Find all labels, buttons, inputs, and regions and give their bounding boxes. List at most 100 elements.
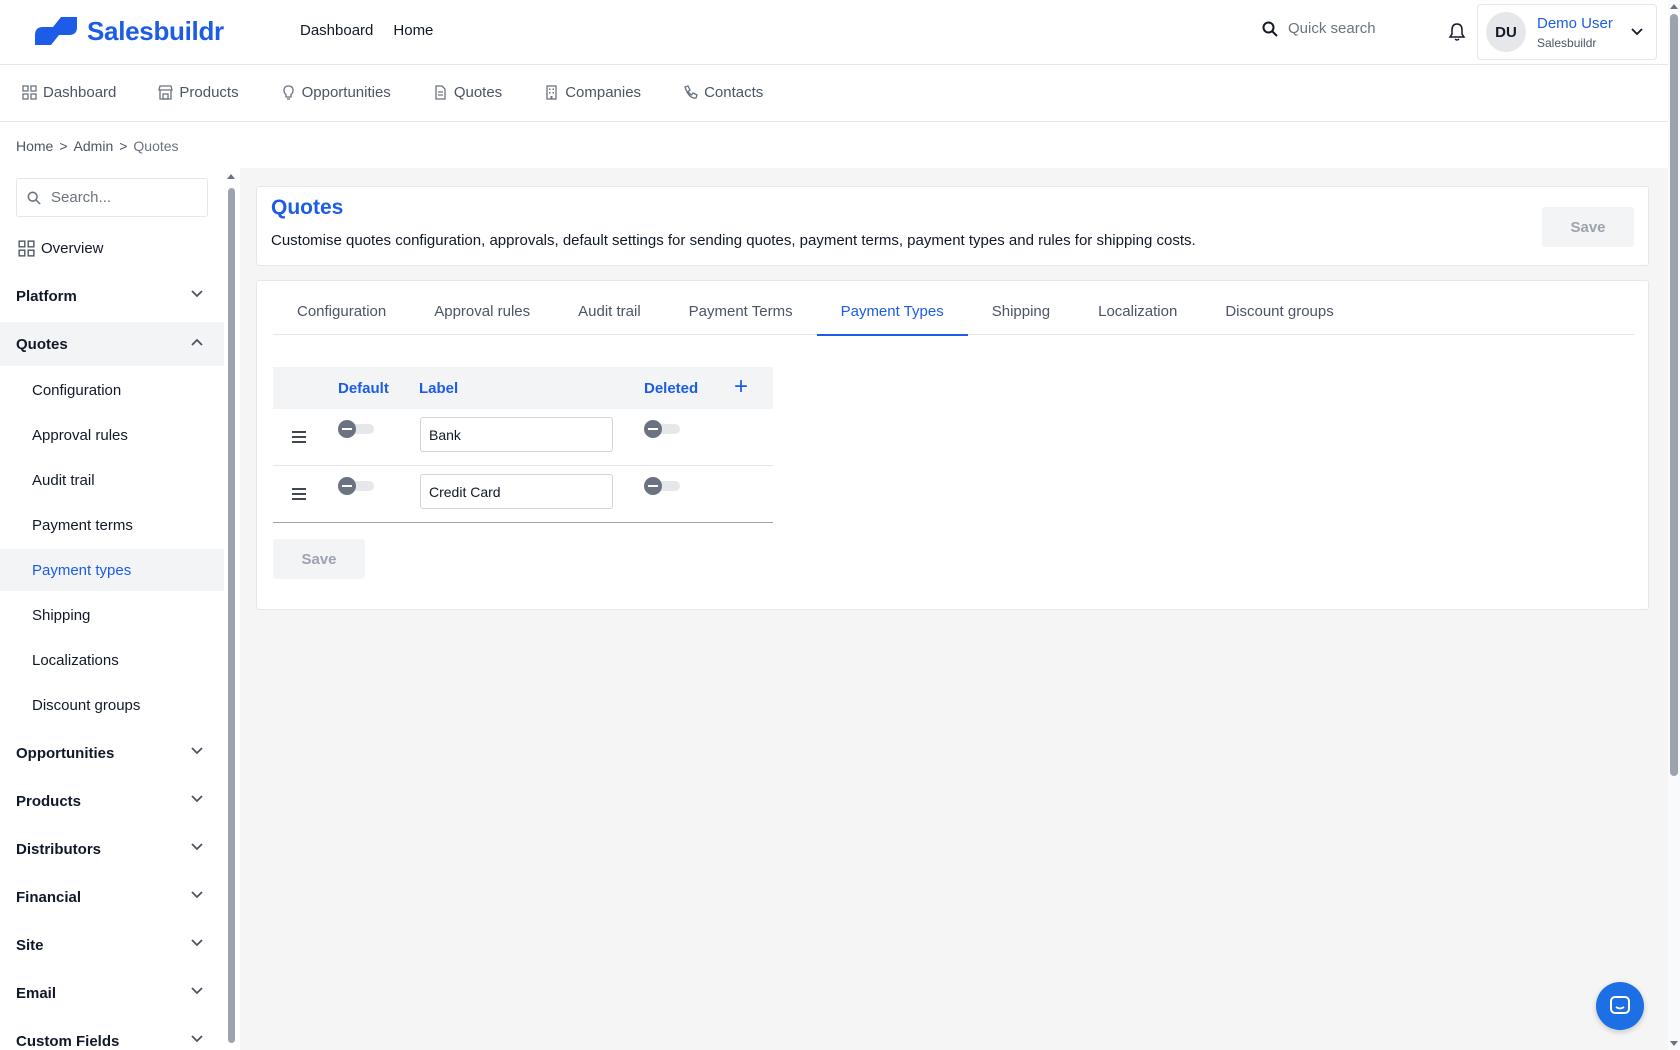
top-link-home[interactable]: Home bbox=[393, 22, 433, 39]
sidebar-item-label: Overview bbox=[41, 240, 104, 257]
scroll-up-arrow[interactable] bbox=[1670, 4, 1678, 9]
sidebar-item-payment-terms[interactable]: Payment terms bbox=[0, 504, 224, 546]
sidebar-section-label: Site bbox=[16, 936, 44, 954]
sidebar-item-shipping[interactable]: Shipping bbox=[0, 594, 224, 636]
breadcrumb-separator: > bbox=[119, 138, 128, 154]
sidebar-section-quotes[interactable]: Quotes bbox=[0, 322, 224, 366]
chevron-down-icon bbox=[191, 843, 203, 851]
sidebar-section-site[interactable]: Site bbox=[0, 923, 224, 967]
chevron-down-icon bbox=[191, 1035, 203, 1043]
sidebar-item-localizations[interactable]: Localizations bbox=[0, 639, 224, 681]
quick-search-input[interactable] bbox=[1288, 20, 1418, 37]
brand-name: Salesbuildr bbox=[87, 15, 224, 46]
module-label: Products bbox=[179, 84, 239, 101]
sidebar-item-payment-types[interactable]: Payment types bbox=[0, 549, 224, 591]
drag-handle-icon[interactable] bbox=[292, 488, 306, 500]
chevron-down-icon bbox=[191, 891, 203, 899]
sidebar-section-label: Custom Fields bbox=[16, 1032, 120, 1050]
page-description: Customise quotes configuration, approval… bbox=[271, 232, 1196, 249]
user-name: Demo User bbox=[1537, 14, 1613, 32]
sidebar-section-distributors[interactable]: Distributors bbox=[0, 827, 224, 871]
sidebar-section-label: Opportunities bbox=[16, 744, 115, 762]
tab-audit-trail[interactable]: Audit trail bbox=[554, 281, 665, 335]
sidebar-section-label: Platform bbox=[16, 287, 77, 305]
toggle-knob bbox=[338, 477, 356, 495]
breadcrumb-current: Quotes bbox=[133, 138, 179, 154]
tab-configuration[interactable]: Configuration bbox=[273, 281, 410, 335]
page-title: Quotes bbox=[271, 196, 344, 219]
sidebar-scroll-up-arrow[interactable] bbox=[227, 174, 235, 179]
sidebar-section-label: Quotes bbox=[16, 335, 68, 353]
tab-payment-terms[interactable]: Payment Terms bbox=[665, 281, 817, 335]
sidebar-section-products[interactable]: Products bbox=[0, 779, 224, 823]
label-input[interactable] bbox=[420, 474, 613, 509]
user-info: Demo User Salesbuildr bbox=[1537, 15, 1613, 50]
chevron-down-icon bbox=[1631, 28, 1643, 36]
module-products[interactable]: Products bbox=[158, 84, 239, 101]
sidebar-item-configuration[interactable]: Configuration bbox=[0, 369, 224, 411]
document-icon bbox=[435, 85, 446, 100]
sidebar-section-opportunities[interactable]: Opportunities bbox=[0, 731, 224, 775]
module-companies[interactable]: Companies bbox=[544, 84, 641, 101]
tab-approval-rules[interactable]: Approval rules bbox=[410, 281, 554, 335]
salesbuildr-logo-icon bbox=[35, 17, 77, 45]
module-label: Opportunities bbox=[301, 84, 391, 101]
breadcrumb-admin[interactable]: Admin bbox=[74, 138, 114, 154]
tab-localization[interactable]: Localization bbox=[1074, 281, 1201, 335]
tab-payment-types[interactable]: Payment Types bbox=[816, 281, 968, 336]
chevron-down-icon bbox=[191, 795, 203, 803]
sidebar-item-overview[interactable]: Overview bbox=[18, 240, 104, 257]
deleted-toggle[interactable] bbox=[644, 420, 680, 438]
module-label: Quotes bbox=[453, 84, 503, 101]
brand-logo[interactable]: Salesbuildr bbox=[33, 15, 224, 47]
drag-handle-icon[interactable] bbox=[292, 431, 306, 443]
page-scrollbar[interactable] bbox=[1668, 0, 1680, 1050]
search-icon bbox=[27, 191, 41, 205]
toggle-knob bbox=[338, 420, 356, 438]
sidebar-scrollbar[interactable] bbox=[228, 188, 235, 1043]
user-menu[interactable]: DU Demo User Salesbuildr bbox=[1477, 4, 1657, 60]
search-icon bbox=[1262, 21, 1278, 37]
sidebar-section-label: Distributors bbox=[16, 840, 102, 858]
sidebar-section-label: Products bbox=[16, 792, 82, 810]
sidebar-section-email[interactable]: Email bbox=[0, 971, 224, 1015]
sidebar-section-financial[interactable]: Financial bbox=[0, 875, 224, 919]
column-header-default: Default bbox=[338, 380, 389, 397]
sidebar-item-discount-groups[interactable]: Discount groups bbox=[0, 684, 224, 726]
deleted-toggle[interactable] bbox=[644, 477, 680, 495]
module-label: Contacts bbox=[704, 84, 764, 101]
bell-icon[interactable] bbox=[1447, 22, 1467, 42]
default-toggle[interactable] bbox=[338, 477, 374, 495]
sidebar-search-input[interactable] bbox=[51, 189, 191, 206]
scrollbar-thumb[interactable] bbox=[1670, 14, 1678, 776]
sidebar-section-custom-fields[interactable]: Custom Fields bbox=[0, 1019, 224, 1050]
phone-icon bbox=[684, 85, 698, 99]
column-header-label: Label bbox=[419, 380, 459, 397]
chat-support-button[interactable] bbox=[1596, 982, 1644, 1030]
sidebar-section-platform[interactable]: Platform bbox=[0, 274, 224, 318]
label-input[interactable] bbox=[420, 417, 613, 452]
module-quotes[interactable]: Quotes bbox=[433, 84, 502, 101]
default-toggle[interactable] bbox=[338, 420, 374, 438]
content-card: Configuration Approval rules Audit trail… bbox=[256, 280, 1649, 610]
module-contacts[interactable]: Contacts bbox=[683, 84, 763, 101]
store-icon bbox=[158, 85, 174, 100]
module-dashboard[interactable]: Dashboard bbox=[22, 84, 116, 101]
tab-bar: Configuration Approval rules Audit trail… bbox=[273, 281, 1634, 336]
payment-types-save-button[interactable]: Save bbox=[273, 539, 365, 579]
top-link-dashboard[interactable]: Dashboard bbox=[300, 22, 373, 39]
module-opportunities[interactable]: Opportunities bbox=[281, 84, 391, 101]
add-row-button[interactable]: + bbox=[734, 373, 748, 401]
sidebar-section-label: Financial bbox=[16, 888, 82, 906]
top-links: Dashboard Home bbox=[300, 22, 433, 39]
grid-icon bbox=[22, 85, 37, 100]
module-nav: Dashboard Products Opportunities Quotes … bbox=[0, 65, 1668, 122]
tab-shipping[interactable]: Shipping bbox=[968, 281, 1074, 335]
tab-discount-groups[interactable]: Discount groups bbox=[1201, 281, 1357, 335]
header-save-button[interactable]: Save bbox=[1542, 207, 1634, 247]
sidebar-item-approval-rules[interactable]: Approval rules bbox=[0, 414, 224, 456]
scroll-down-arrow[interactable] bbox=[1670, 1041, 1678, 1046]
breadcrumb-home[interactable]: Home bbox=[16, 138, 53, 154]
chevron-down-icon bbox=[191, 747, 203, 755]
sidebar-item-audit-trail[interactable]: Audit trail bbox=[0, 459, 224, 501]
